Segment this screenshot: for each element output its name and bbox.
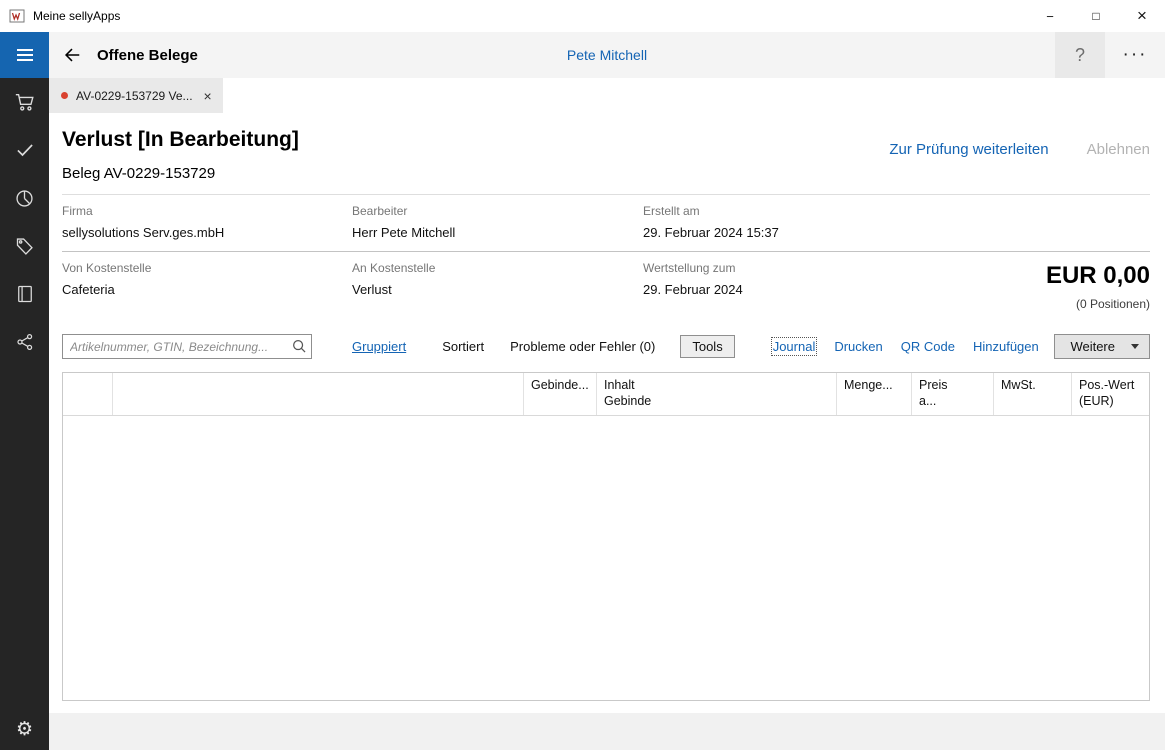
sorted-link[interactable]: Sortiert — [442, 339, 484, 354]
titlebar: Meine sellyApps − □ × — [0, 0, 1165, 32]
sidebar-item-journal[interactable] — [0, 270, 49, 318]
check-icon — [15, 140, 35, 160]
total-block: EUR 0,00 (0 Positionen) — [1046, 261, 1150, 311]
search-input[interactable] — [62, 334, 312, 359]
field-wertstellung: Wertstellung zum 29. Februar 2024 — [643, 261, 933, 297]
column-header-inhalt-gebinde: Inhalt Gebinde — [597, 373, 837, 415]
unsaved-indicator-dot — [61, 92, 68, 99]
menu-button[interactable] — [0, 32, 49, 78]
column-header-pos-wert: Pos.-Wert (EUR) — [1072, 373, 1149, 415]
app-window: Meine sellyApps − □ × — [0, 0, 1165, 750]
user-name[interactable]: Pete Mitchell — [49, 47, 1165, 63]
tab-close-icon[interactable]: × — [204, 89, 212, 103]
print-link[interactable]: Drucken — [834, 339, 882, 354]
field-firma: Firma sellysolutions Serv.ges.mbH — [62, 204, 352, 240]
app-logo-icon — [9, 8, 25, 24]
field-value: Cafeteria — [62, 282, 340, 297]
field-label: Firma — [62, 204, 340, 218]
field-label: Wertstellung zum — [643, 261, 921, 275]
journal-link[interactable]: Journal — [773, 339, 816, 354]
reject-link[interactable]: Ablehnen — [1087, 141, 1150, 158]
document-title: Verlust [In Bearbeitung] — [62, 128, 299, 152]
more-actions-label: Weitere — [1070, 339, 1115, 354]
chevron-down-icon — [1131, 344, 1139, 349]
book-icon — [15, 284, 35, 304]
footer-strip — [49, 713, 1165, 750]
field-von-kostenstelle: Von Kostenstelle Cafeteria — [62, 261, 352, 297]
field-label: Bearbeiter — [352, 204, 631, 218]
field-value: 29. Februar 2024 15:37 — [643, 225, 921, 240]
sidebar-item-reports[interactable] — [0, 174, 49, 222]
field-label: Von Kostenstelle — [62, 261, 340, 275]
field-erstellt-am: Erstellt am 29. Februar 2024 15:37 — [643, 204, 933, 240]
positions-table: Gebinde... Inhalt Gebinde Menge... Preis… — [62, 372, 1150, 701]
field-bearbeiter: Bearbeiter Herr Pete Mitchell — [352, 204, 643, 240]
close-button[interactable]: × — [1119, 0, 1165, 32]
settings-button[interactable]: ⚙ — [0, 708, 49, 750]
field-value: Verlust — [352, 282, 631, 297]
table-body-empty — [63, 416, 1149, 700]
search-box — [62, 334, 312, 359]
window-controls: − □ × — [1027, 0, 1165, 32]
forward-for-review-link[interactable]: Zur Prüfung weiterleiten — [889, 141, 1048, 158]
field-value: 29. Februar 2024 — [643, 282, 921, 297]
sidebar-item-articles[interactable] — [0, 222, 49, 270]
more-actions-button[interactable]: Weitere — [1054, 334, 1150, 359]
tab-strip: AV-0229-153729 Ve... × — [49, 78, 1165, 113]
column-header-preis: Preis a... — [912, 373, 994, 415]
column-header-mwst: MwSt. — [994, 373, 1072, 415]
total-amount: EUR 0,00 — [1046, 262, 1150, 290]
document-actions: Zur Prüfung weiterleiten Ablehnen — [889, 128, 1150, 158]
field-label: Erstellt am — [643, 204, 921, 218]
ellipsis-icon: ··· — [1123, 44, 1148, 66]
positions-count: (0 Positionen) — [1046, 297, 1150, 311]
document-content: Verlust [In Bearbeitung] Beleg AV-0229-1… — [49, 113, 1165, 713]
sidebar-item-network[interactable] — [0, 318, 49, 366]
document-header: Verlust [In Bearbeitung] Beleg AV-0229-1… — [62, 113, 1150, 194]
pie-chart-icon — [14, 188, 35, 209]
table-header-row: Gebinde... Inhalt Gebinde Menge... Preis… — [63, 373, 1149, 416]
document-titles: Verlust [In Bearbeitung] Beleg AV-0229-1… — [62, 128, 299, 182]
fields-row-2: Von Kostenstelle Cafeteria An Kostenstel… — [62, 252, 1150, 322]
tag-icon — [14, 236, 35, 257]
help-button[interactable]: ? — [1055, 32, 1105, 78]
column-header-empty — [63, 373, 113, 415]
document-number: Beleg AV-0229-153729 — [62, 165, 299, 182]
share-icon — [15, 332, 35, 352]
tab-label: AV-0229-153729 Ve... — [76, 89, 193, 103]
cart-icon — [14, 91, 36, 113]
grouped-link[interactable]: Gruppiert — [352, 339, 406, 354]
app-body: ⚙ Offene Belege Pete Mitchell ? — [0, 32, 1165, 750]
field-value: Herr Pete Mitchell — [352, 225, 631, 240]
field-value: sellysolutions Serv.ges.mbH — [62, 225, 340, 240]
header-more-button[interactable]: ··· — [1105, 32, 1165, 78]
tools-button[interactable]: Tools — [680, 335, 734, 358]
minimize-button[interactable]: − — [1027, 0, 1073, 32]
column-header-bezeichnung — [113, 373, 524, 415]
column-header-gebinde: Gebinde... — [524, 373, 597, 415]
search-icon[interactable] — [291, 338, 307, 354]
column-header-menge: Menge... — [837, 373, 912, 415]
sidebar-item-cart[interactable] — [0, 78, 49, 126]
app-header: Offene Belege Pete Mitchell ? ··· — [49, 32, 1165, 78]
field-an-kostenstelle: An Kostenstelle Verlust — [352, 261, 643, 297]
problems-link[interactable]: Probleme oder Fehler (0) — [510, 339, 655, 354]
maximize-button[interactable]: □ — [1073, 0, 1119, 32]
field-label: An Kostenstelle — [352, 261, 631, 275]
window-title: Meine sellyApps — [33, 9, 120, 23]
sidebar: ⚙ — [0, 32, 49, 750]
tab-document[interactable]: AV-0229-153729 Ve... × — [49, 78, 223, 113]
sidebar-item-approvals[interactable] — [0, 126, 49, 174]
items-toolbar: Gruppiert Sortiert Probleme oder Fehler … — [62, 334, 1150, 359]
help-icon: ? — [1075, 45, 1085, 66]
gear-icon: ⚙ — [16, 718, 33, 741]
qr-code-link[interactable]: QR Code — [901, 339, 955, 354]
main-area: Offene Belege Pete Mitchell ? ··· AV-022… — [49, 32, 1165, 750]
hamburger-menu-icon — [15, 45, 35, 65]
fields-row-1: Firma sellysolutions Serv.ges.mbH Bearbe… — [62, 195, 1150, 251]
add-link[interactable]: Hinzufügen — [973, 339, 1039, 354]
